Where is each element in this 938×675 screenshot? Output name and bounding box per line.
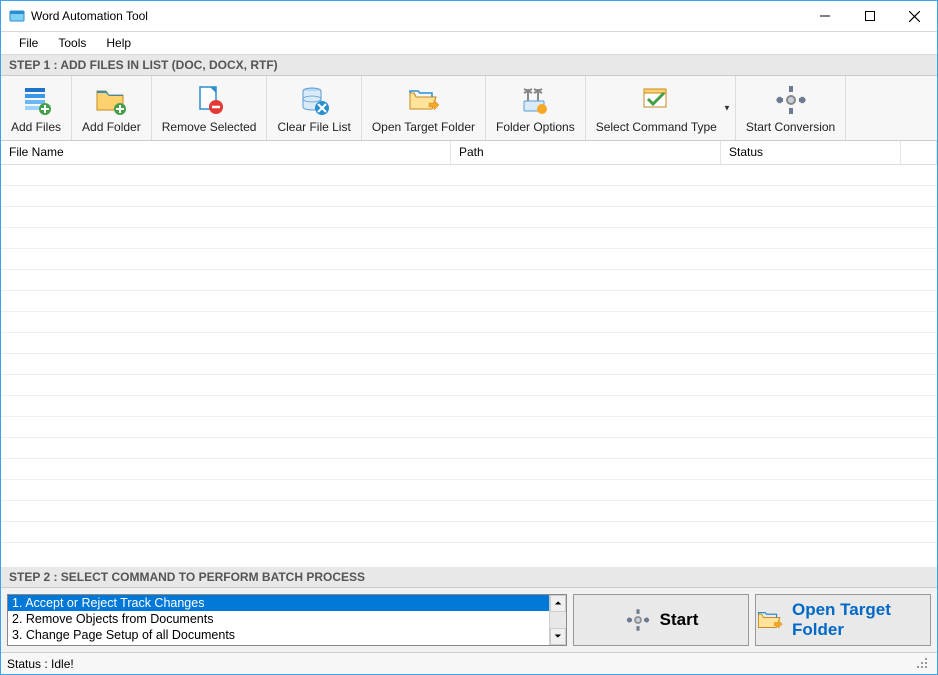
- table-row: [1, 438, 937, 459]
- menu-help[interactable]: Help: [96, 33, 141, 53]
- table-row: [1, 375, 937, 396]
- command-list[interactable]: 1. Accept or Reject Track Changes 2. Rem…: [7, 594, 567, 646]
- scroll-down-button[interactable]: ⏷: [550, 628, 566, 645]
- select-command-type-button[interactable]: Select Command Type ▼: [586, 76, 736, 140]
- select-command-icon: [638, 82, 674, 118]
- gear-icon: [624, 606, 652, 634]
- toolbar-label: Add Folder: [82, 120, 141, 134]
- minimize-button[interactable]: [802, 1, 847, 31]
- resize-grip-icon[interactable]: [915, 656, 931, 672]
- table-row: [1, 501, 937, 522]
- menu-file[interactable]: File: [9, 33, 48, 53]
- column-status[interactable]: Status: [721, 141, 901, 164]
- table-row: [1, 459, 937, 480]
- add-files-icon: [18, 82, 54, 118]
- table-row: [1, 354, 937, 375]
- window-title: Word Automation Tool: [31, 9, 802, 23]
- table-body[interactable]: [1, 165, 937, 567]
- add-files-button[interactable]: Add Files: [1, 76, 72, 140]
- statusbar: Status : Idle!: [1, 652, 937, 674]
- toolbar: Add Files Add Folder: [1, 76, 937, 141]
- table-row: [1, 333, 937, 354]
- table-row: [1, 228, 937, 249]
- scroll-track[interactable]: [550, 612, 566, 628]
- table-row: [1, 522, 937, 543]
- folder-options-button[interactable]: Folder Options: [486, 76, 586, 140]
- table-row: [1, 312, 937, 333]
- start-conversion-button[interactable]: Start Conversion: [736, 76, 846, 140]
- toolbar-label: Folder Options: [496, 120, 575, 134]
- start-button-label: Start: [660, 610, 699, 630]
- maximize-button[interactable]: [847, 1, 892, 31]
- chevron-down-icon: ▼: [723, 104, 731, 113]
- table-row: [1, 291, 937, 312]
- start-button[interactable]: Start: [573, 594, 749, 646]
- command-item[interactable]: 1. Accept or Reject Track Changes: [8, 595, 549, 611]
- step1-header: STEP 1 : ADD FILES IN LIST (DOC, DOCX, R…: [1, 55, 937, 76]
- open-folder-icon: [756, 606, 784, 634]
- app-window: Word Automation Tool File Tools Help STE…: [0, 0, 938, 675]
- menu-tools[interactable]: Tools: [48, 33, 96, 53]
- toolbar-label: Remove Selected: [162, 120, 257, 134]
- file-table: File Name Path Status: [1, 141, 937, 567]
- clear-file-list-button[interactable]: Clear File List: [267, 76, 361, 140]
- open-target-folder-icon: [405, 82, 441, 118]
- add-folder-icon: [93, 82, 129, 118]
- add-folder-button[interactable]: Add Folder: [72, 76, 152, 140]
- open-target-folder-button[interactable]: Open Target Folder: [362, 76, 486, 140]
- scroll-up-button[interactable]: ⏶: [550, 595, 566, 612]
- column-path[interactable]: Path: [451, 141, 721, 164]
- open-target-folder-big-button[interactable]: Open Target Folder: [755, 594, 931, 646]
- scrollbar[interactable]: ⏶ ⏷: [549, 595, 566, 645]
- status-text: Status : Idle!: [7, 657, 74, 671]
- column-filename[interactable]: File Name: [1, 141, 451, 164]
- table-row: [1, 165, 937, 186]
- toolbar-label: Start Conversion: [746, 120, 835, 134]
- table-row: [1, 396, 937, 417]
- column-extra: [901, 141, 937, 164]
- table-header: File Name Path Status: [1, 141, 937, 165]
- table-row: [1, 270, 937, 291]
- clear-list-icon: [296, 82, 332, 118]
- step2-body: 1. Accept or Reject Track Changes 2. Rem…: [1, 588, 937, 652]
- toolbar-label: Open Target Folder: [372, 120, 475, 134]
- remove-selected-button[interactable]: Remove Selected: [152, 76, 268, 140]
- toolbar-label: Select Command Type: [596, 120, 717, 134]
- app-icon: [9, 8, 25, 24]
- table-row: [1, 207, 937, 228]
- start-conversion-icon: [773, 82, 809, 118]
- remove-selected-icon: [191, 82, 227, 118]
- table-row: [1, 249, 937, 270]
- table-row: [1, 543, 937, 567]
- open-target-button-label: Open Target Folder: [792, 600, 930, 640]
- table-row: [1, 480, 937, 501]
- folder-options-icon: [517, 82, 553, 118]
- command-item[interactable]: 2. Remove Objects from Documents: [8, 611, 549, 627]
- titlebar: Word Automation Tool: [1, 1, 937, 31]
- close-button[interactable]: [892, 1, 937, 31]
- menubar: File Tools Help: [1, 31, 937, 55]
- toolbar-label: Clear File List: [277, 120, 350, 134]
- command-item[interactable]: 3. Change Page Setup of all Documents: [8, 627, 549, 643]
- table-row: [1, 417, 937, 438]
- table-row: [1, 186, 937, 207]
- step2-header: STEP 2 : SELECT COMMAND TO PERFORM BATCH…: [1, 567, 937, 588]
- window-controls: [802, 1, 937, 31]
- toolbar-label: Add Files: [11, 120, 61, 134]
